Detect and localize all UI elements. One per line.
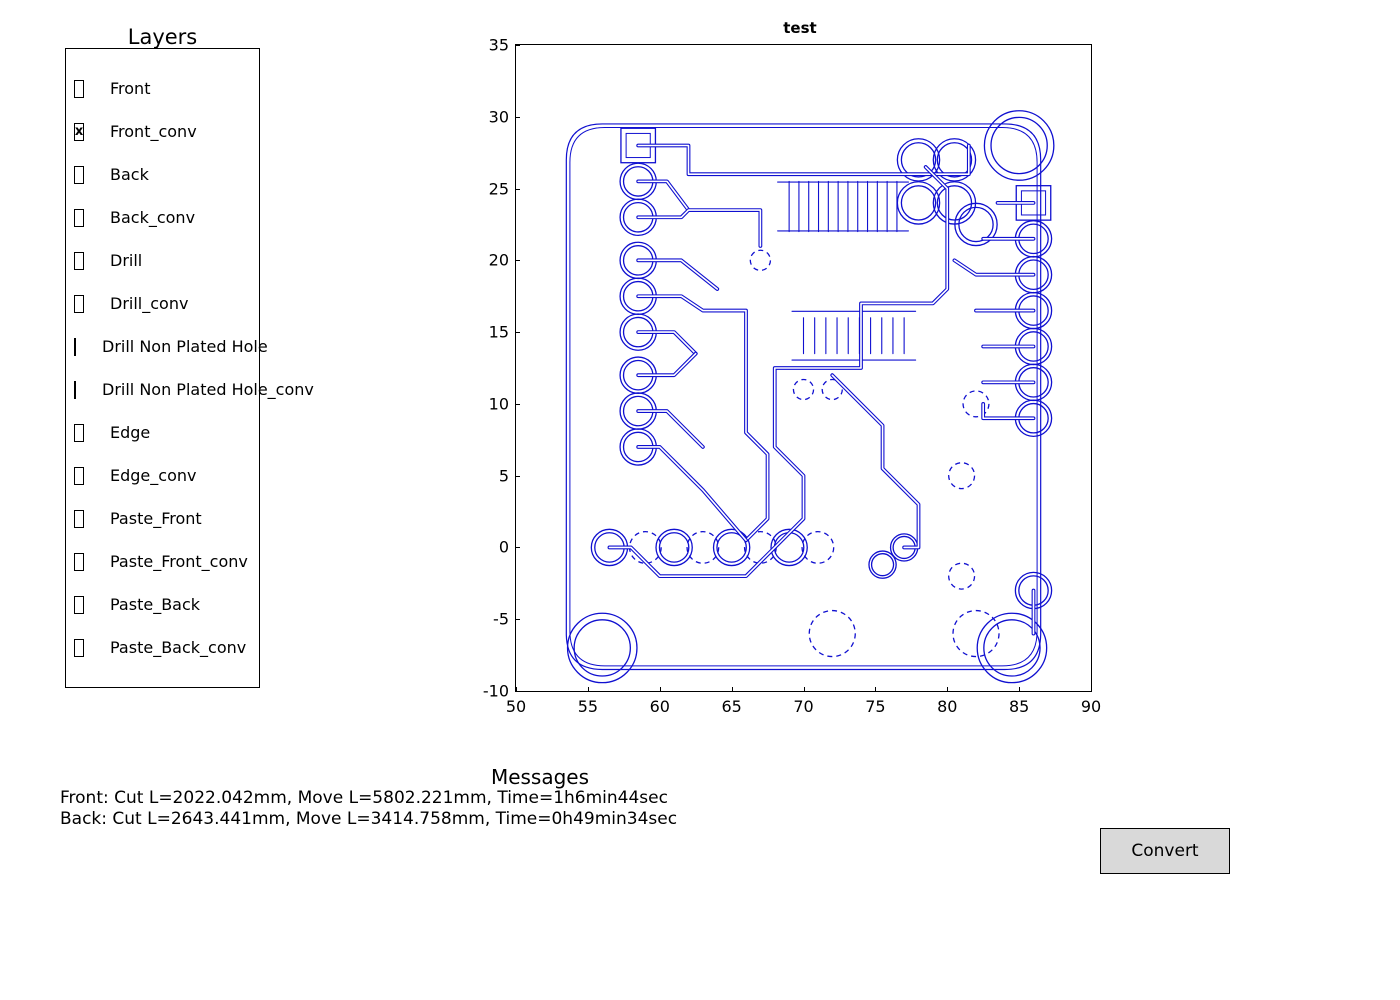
layer-row-11[interactable]: Paste_Front_conv — [66, 540, 259, 583]
layer-label: Back — [110, 165, 149, 184]
layer-label: Paste_Front — [110, 509, 202, 528]
y-tick-label: 35 — [489, 36, 509, 55]
layer-row-9[interactable]: Edge_conv — [66, 454, 259, 497]
y-tick-label: 0 — [499, 538, 509, 557]
y-tick-label: 30 — [489, 107, 509, 126]
layer-label: Edge — [110, 423, 150, 442]
y-tick-label: 10 — [489, 394, 509, 413]
layer-row-6[interactable]: Drill Non Plated Hole — [66, 325, 259, 368]
layer-row-10[interactable]: Paste_Front — [66, 497, 259, 540]
y-tick-label: -5 — [493, 610, 509, 629]
layer-row-3[interactable]: Back_conv — [66, 196, 259, 239]
x-tick-label: 75 — [865, 697, 885, 716]
layers-list: Front x Front_conv Back Back_conv Drill Drill_… — [65, 48, 260, 688]
x-tick-label: 55 — [578, 697, 598, 716]
layer-checkbox[interactable] — [74, 80, 84, 98]
y-tick-label: 25 — [489, 179, 509, 198]
x-tick-label: 60 — [650, 697, 670, 716]
layer-label: Front_conv — [110, 122, 197, 141]
layer-checkbox[interactable] — [74, 424, 84, 442]
layer-checkbox[interactable] — [74, 338, 76, 356]
layer-row-7[interactable]: Drill Non Plated Hole_conv — [66, 368, 259, 411]
messages-body: Front: Cut L=2022.042mm, Move L=5802.221… — [60, 788, 677, 831]
layer-row-1[interactable]: x Front_conv — [66, 110, 259, 153]
layer-label: Front — [110, 79, 150, 98]
layer-checkbox[interactable] — [74, 381, 76, 399]
x-tick-label: 90 — [1081, 697, 1101, 716]
x-tick-label: 70 — [793, 697, 813, 716]
y-tick-label: 15 — [489, 323, 509, 342]
layer-row-2[interactable]: Back — [66, 153, 259, 196]
layer-checkbox[interactable] — [74, 209, 84, 227]
layer-label: Drill Non Plated Hole — [102, 337, 268, 356]
layer-label: Paste_Front_conv — [110, 552, 248, 571]
layers-title: Layers — [65, 25, 260, 49]
layer-checkbox[interactable] — [74, 252, 84, 270]
layer-row-0[interactable]: Front — [66, 67, 259, 110]
pcb-trace-plot — [516, 45, 1091, 691]
layer-row-8[interactable]: Edge — [66, 411, 259, 454]
layer-label: Back_conv — [110, 208, 195, 227]
layer-checkbox[interactable] — [74, 596, 84, 614]
layer-row-5[interactable]: Drill_conv — [66, 282, 259, 325]
y-tick-label: 20 — [489, 251, 509, 270]
layer-label: Drill — [110, 251, 142, 270]
convert-button[interactable]: Convert — [1100, 828, 1230, 874]
layer-label: Paste_Back — [110, 595, 200, 614]
layer-row-4[interactable]: Drill — [66, 239, 259, 282]
layer-row-12[interactable]: Paste_Back — [66, 583, 259, 626]
messages-title: Messages — [60, 765, 1020, 789]
layer-label: Drill_conv — [110, 294, 188, 313]
layer-checkbox[interactable] — [74, 510, 84, 528]
x-tick-label: 65 — [721, 697, 741, 716]
layer-checkbox[interactable]: x — [74, 123, 84, 141]
layer-checkbox[interactable] — [74, 553, 84, 571]
layer-checkbox[interactable] — [74, 639, 84, 657]
layer-label: Paste_Back_conv — [110, 638, 246, 657]
plot-title: test — [500, 19, 1100, 37]
x-tick-label: 85 — [1009, 697, 1029, 716]
layer-row-13[interactable]: Paste_Back_conv — [66, 626, 259, 669]
layer-checkbox[interactable] — [74, 467, 84, 485]
layer-label: Drill Non Plated Hole_conv — [102, 380, 314, 399]
plot-axes[interactable]: -10-505101520253035505560657075808590 — [515, 44, 1092, 692]
layer-checkbox[interactable] — [74, 166, 84, 184]
layer-checkbox[interactable] — [74, 295, 84, 313]
x-tick-label: 50 — [506, 697, 526, 716]
y-tick-label: 5 — [499, 466, 509, 485]
x-tick-label: 80 — [937, 697, 957, 716]
layer-label: Edge_conv — [110, 466, 196, 485]
